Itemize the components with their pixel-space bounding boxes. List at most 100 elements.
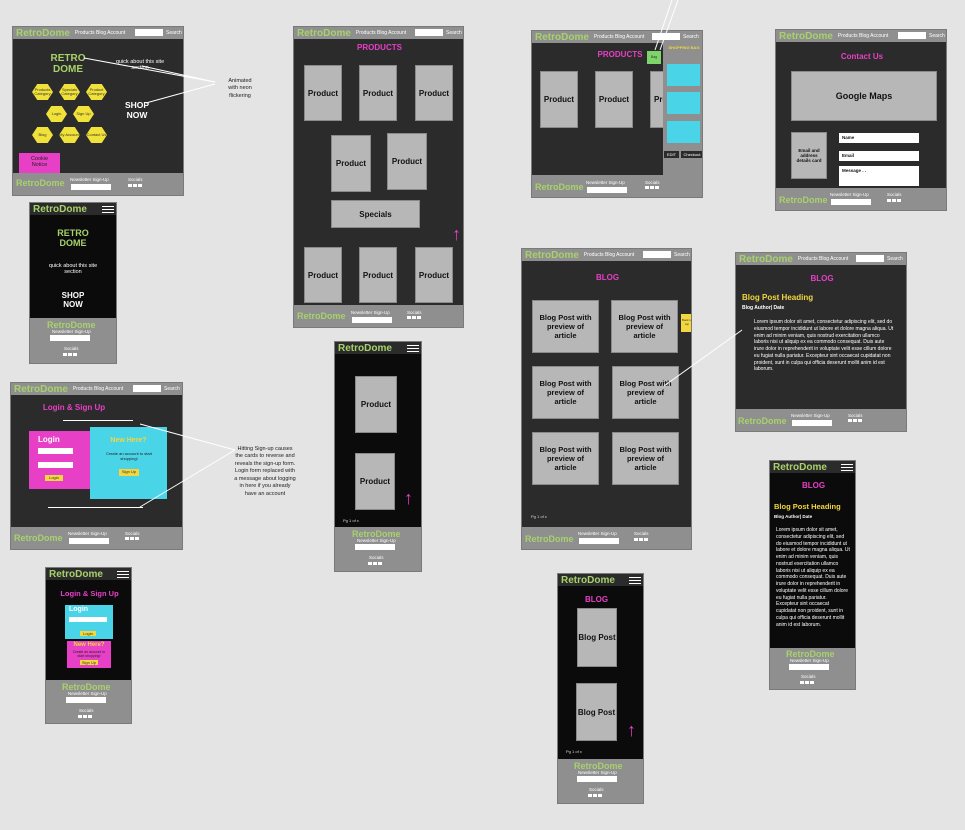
brand-logo[interactable]: RetroDome — [49, 569, 103, 580]
search-button[interactable]: Search — [674, 252, 690, 258]
newsletter-input[interactable] — [352, 317, 392, 323]
search-button[interactable]: Search — [683, 34, 699, 40]
social-icons[interactable] — [848, 419, 862, 422]
back-to-top-arrow-icon[interactable]: ↑ — [452, 225, 461, 243]
product-card[interactable]: Product — [595, 71, 633, 128]
social-icons[interactable] — [887, 199, 901, 202]
pagination[interactable]: Pg 1 of x — [531, 514, 547, 519]
nav-links[interactable]: Products Blog Account — [73, 386, 123, 392]
blog-post-card[interactable]: Blog Post with preview of article — [532, 300, 599, 353]
product-card[interactable]: Product — [359, 247, 397, 303]
search-button[interactable]: Search — [164, 386, 180, 392]
brand-logo[interactable]: RetroDome — [739, 254, 793, 265]
message-field[interactable]: Message . . — [839, 166, 919, 186]
search-input[interactable] — [415, 29, 443, 36]
social-icons[interactable] — [588, 794, 602, 797]
newsletter-input[interactable] — [792, 420, 832, 426]
signup-button[interactable]: Sign Up — [80, 660, 98, 665]
blog-post-card[interactable]: Blog Post with preview of article — [532, 366, 599, 419]
newsletter-input[interactable] — [577, 776, 617, 782]
social-icons[interactable] — [368, 562, 382, 565]
search-button[interactable]: Search — [446, 30, 462, 36]
hex-product-category[interactable]: Product Category — [86, 84, 107, 100]
brand-logo[interactable]: RetroDome — [338, 343, 392, 354]
newsletter-input[interactable] — [587, 187, 627, 193]
back-to-top-arrow-icon[interactable]: ↑ — [627, 721, 636, 739]
blog-post-card[interactable]: Blog Post — [577, 608, 617, 667]
brand-logo[interactable]: RetroDome — [535, 32, 589, 43]
newsletter-input[interactable] — [789, 664, 829, 670]
social-icons[interactable] — [63, 353, 77, 356]
search-input[interactable] — [652, 33, 680, 40]
social-icons[interactable] — [645, 186, 659, 189]
brand-logo[interactable]: RetroDome — [33, 204, 87, 215]
newsletter-input[interactable] — [831, 199, 871, 205]
hex-login[interactable]: Login — [46, 106, 67, 122]
product-card[interactable]: Product — [355, 376, 397, 433]
social-icons[interactable] — [78, 715, 92, 718]
signup-button[interactable]: Sign Up — [119, 469, 139, 476]
brand-logo[interactable]: RetroDome — [16, 28, 70, 39]
hex-products-category[interactable]: Products Category — [32, 84, 53, 100]
product-card[interactable]: Product — [415, 65, 453, 121]
hamburger-menu-icon[interactable] — [102, 206, 114, 213]
search-button[interactable]: Search — [166, 30, 182, 36]
blog-post-card[interactable]: Blog Post with preview of article — [611, 300, 678, 353]
blog-post-card[interactable]: Blog Post with preview of article — [612, 432, 679, 485]
social-icons[interactable] — [634, 538, 648, 541]
social-icons[interactable] — [128, 184, 142, 187]
search-input[interactable] — [135, 29, 163, 36]
name-field[interactable]: Name — [839, 133, 919, 143]
nav-links[interactable]: Products Blog Account — [356, 30, 406, 36]
search-input[interactable] — [856, 255, 884, 262]
search-input[interactable] — [133, 385, 161, 392]
brand-logo[interactable]: RetroDome — [779, 31, 833, 42]
search-button[interactable]: Search — [887, 256, 903, 262]
search-input[interactable] — [643, 251, 671, 258]
blog-post-card[interactable]: Blog Post — [576, 683, 617, 741]
brand-logo[interactable]: RetroDome — [561, 575, 615, 586]
google-maps-embed[interactable]: Google Maps — [791, 71, 937, 121]
social-icons[interactable] — [125, 537, 139, 540]
hex-sign-up[interactable]: Sign Up — [73, 106, 94, 122]
product-card[interactable]: Product — [304, 65, 342, 121]
login-username-input[interactable] — [69, 617, 107, 622]
pagination[interactable]: Pg 1 of x — [343, 518, 359, 523]
hamburger-menu-icon[interactable] — [841, 464, 853, 471]
login-username-input[interactable] — [38, 448, 73, 454]
product-card[interactable]: Product — [355, 453, 395, 510]
login-button[interactable]: Login — [80, 631, 96, 636]
bag-item[interactable] — [667, 121, 700, 143]
newsletter-input[interactable] — [69, 538, 109, 544]
shop-now-button[interactable]: SHOP NOW — [117, 100, 157, 121]
bag-item[interactable] — [667, 64, 700, 86]
hex-specials-category[interactable]: Specials Category — [59, 84, 80, 100]
email-field[interactable]: Email — [839, 151, 919, 161]
hamburger-menu-icon[interactable] — [407, 345, 419, 352]
newsletter-input[interactable] — [355, 544, 395, 550]
brand-logo[interactable]: RetroDome — [525, 250, 579, 261]
back-to-top-arrow-icon[interactable]: ↑ — [404, 489, 413, 507]
product-card[interactable]: Product — [415, 247, 453, 303]
shop-now-button[interactable]: SHOP NOW — [30, 291, 116, 309]
social-icons[interactable] — [407, 316, 421, 319]
brand-logo[interactable]: RetroDome — [14, 384, 68, 395]
edit-button[interactable]: EDIT — [664, 151, 679, 158]
hamburger-menu-icon[interactable] — [117, 571, 129, 578]
checkout-button[interactable]: Checkout — [681, 151, 702, 158]
newsletter-input[interactable] — [579, 538, 619, 544]
newsletter-input[interactable] — [71, 184, 111, 190]
specials-banner[interactable]: Specials — [331, 200, 420, 228]
nav-links[interactable]: Products Blog Account — [594, 34, 644, 40]
product-card[interactable]: Product — [331, 135, 371, 192]
login-button[interactable]: Login — [45, 475, 63, 481]
bag-button[interactable]: Bag — [647, 51, 661, 64]
nav-links[interactable]: Products Blog Account — [838, 33, 888, 39]
product-card[interactable]: Product — [540, 71, 578, 128]
social-icons[interactable] — [800, 681, 814, 684]
login-password-input[interactable] — [38, 462, 73, 468]
product-card[interactable]: Product — [359, 65, 397, 121]
search-button[interactable]: Search — [929, 33, 945, 39]
nav-links[interactable]: Products Blog Account — [584, 252, 634, 258]
bag-item[interactable] — [667, 92, 700, 114]
